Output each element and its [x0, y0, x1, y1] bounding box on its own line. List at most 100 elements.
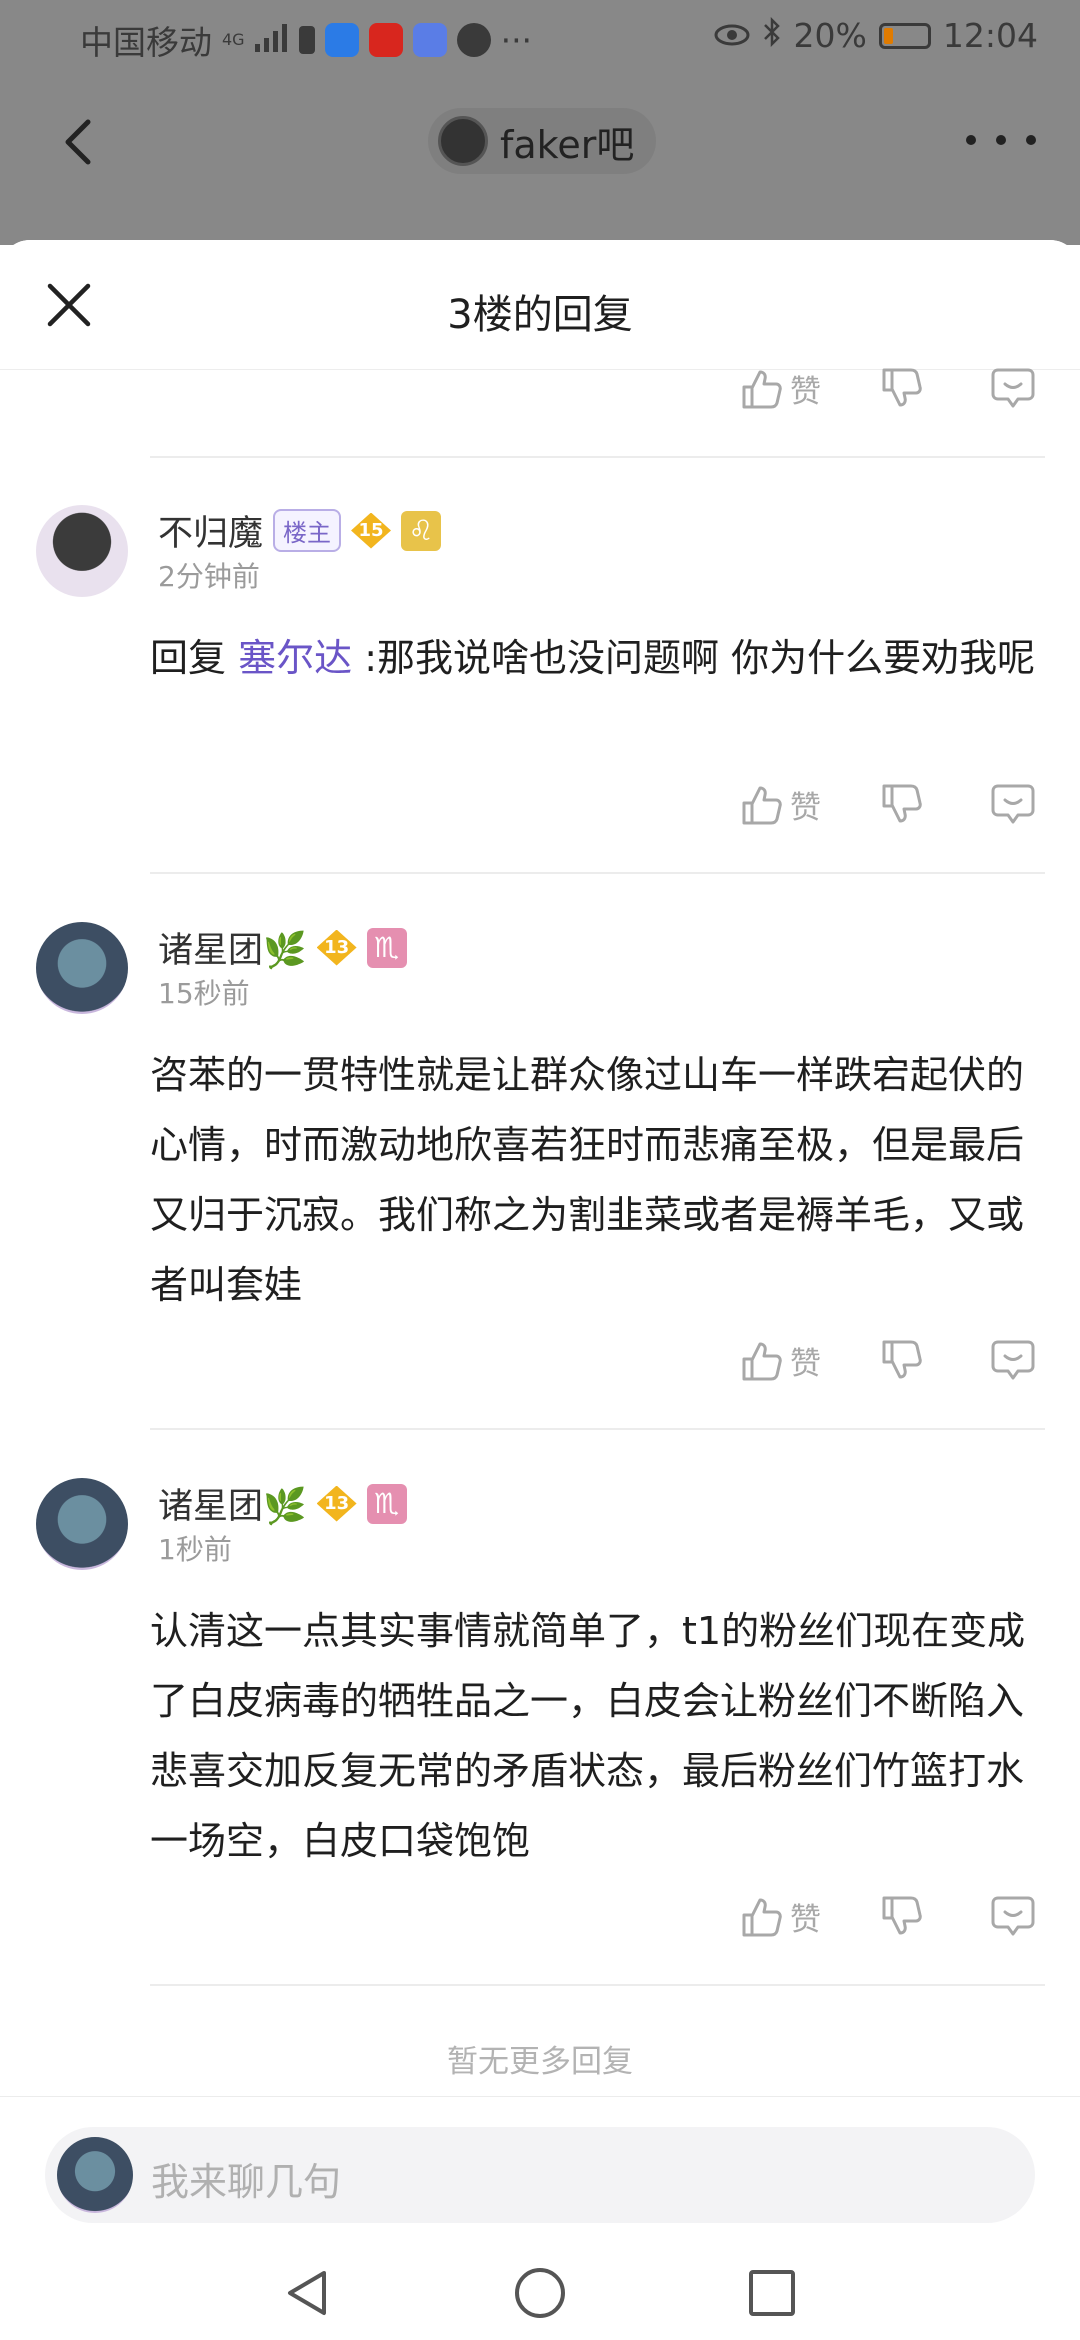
more-dot-icon: [1026, 135, 1036, 145]
level-number: 13: [324, 1493, 350, 1514]
forum-avatar: [438, 116, 488, 166]
thumbs-down-icon: [882, 784, 922, 823]
reply-user: 不归魔 楼主 15 ♌︎: [158, 505, 442, 556]
level-number: 13: [324, 937, 350, 958]
reply-time: 2分钟前: [158, 560, 260, 593]
like-button[interactable]: 赞: [740, 782, 821, 827]
comment-button[interactable]: [990, 782, 1036, 830]
dislike-button[interactable]: [880, 366, 924, 414]
username[interactable]: 诸星团🌿: [158, 1478, 307, 1529]
reply-content: 咨苯的一贯特性就是让群众像过山车一样跌宕起伏的心情，时而激动地欣喜若狂时而悲痛至…: [150, 1053, 1025, 1307]
like-label: 赞: [790, 374, 821, 410]
carrier-label: 中国移动: [80, 23, 212, 62]
like-label: 赞: [790, 1346, 821, 1382]
reply-actions: 赞: [740, 1894, 1050, 1946]
status-bar: 中国移动 4G ··· 20% 12:04: [0, 0, 1080, 72]
comment-button[interactable]: [990, 1894, 1036, 1942]
eye-comfort-icon: [714, 16, 750, 55]
comment-icon: [991, 1340, 1035, 1380]
dislike-button[interactable]: [880, 1338, 924, 1386]
divider: [150, 1428, 1045, 1430]
system-nav-bar: [0, 2247, 1080, 2337]
thumbs-down-icon: [882, 1896, 922, 1935]
reply-content: 认清这一点其实事情就简单了，t1的粉丝们现在变成了白皮病毒的牺牲品之一，白皮会让…: [150, 1609, 1026, 1863]
level-badge-icon: 13: [316, 1485, 357, 1522]
reply-time: 15秒前: [158, 977, 250, 1010]
thumbs-up-icon: [742, 786, 782, 824]
reply-user: 诸星团🌿 13 ♏︎: [158, 922, 407, 973]
bluetooth-icon: [762, 16, 782, 55]
dislike-button[interactable]: [880, 1894, 924, 1942]
sheet-header: 3楼的回复: [0, 240, 1080, 370]
avatar[interactable]: [36, 505, 128, 597]
thumbs-down-icon: [882, 1340, 922, 1379]
comment-button[interactable]: [990, 366, 1036, 414]
system-home-button[interactable]: [512, 2265, 568, 2321]
reply-actions: 赞: [740, 782, 1050, 834]
leo-zodiac-icon: ♌︎: [401, 510, 442, 551]
reply-text: :那我说啥也没问题啊 你为什么要劝我呢: [352, 636, 1036, 680]
thumbs-up-icon: [742, 1898, 782, 1936]
more-dot-icon: [966, 135, 976, 145]
comment-button[interactable]: [990, 1338, 1036, 1386]
divider: [150, 456, 1045, 458]
like-button[interactable]: 赞: [740, 1894, 821, 1939]
circle-home-icon: [515, 2268, 565, 2318]
username[interactable]: 不归魔: [158, 505, 263, 556]
reply-user: 诸星团🌿 13 ♏︎: [158, 1478, 407, 1529]
like-label: 赞: [790, 1902, 821, 1938]
reply-input-placeholder: 我来聊几句: [151, 2160, 342, 2204]
thumbs-up-icon: [742, 1342, 782, 1380]
chevron-left-icon: [65, 119, 91, 165]
level-number: 15: [358, 520, 384, 541]
reply-content: 回复 塞尔达 :那我说啥也没问题啊 你为什么要劝我呢: [150, 623, 1045, 693]
scorpio-zodiac-icon: ♏︎: [366, 927, 407, 968]
reply-input[interactable]: 我来聊几句: [45, 2127, 1035, 2223]
more-notifications-icon: ···: [500, 20, 533, 60]
forum-title-pill[interactable]: faker吧: [428, 108, 657, 174]
username[interactable]: 诸星团🌿: [158, 922, 307, 973]
triangle-back-icon: [288, 2271, 326, 2315]
sheet-title: 3楼的回复: [447, 292, 633, 338]
like-button[interactable]: 赞: [740, 1338, 821, 1383]
no-more-replies: 暂无更多回复: [447, 2044, 633, 2080]
level-badge-icon: 15: [351, 512, 392, 549]
notification-app-icon: [298, 26, 315, 54]
mention-link[interactable]: 塞尔达: [238, 636, 352, 680]
thumbs-up-icon: [742, 370, 782, 408]
forum-nav-bar: faker吧: [0, 100, 1080, 180]
reply-actions: 赞: [740, 366, 1050, 418]
dislike-button[interactable]: [880, 782, 924, 830]
comment-icon: [991, 784, 1035, 824]
system-back-button[interactable]: [280, 2265, 336, 2321]
like-button[interactable]: 赞: [740, 366, 821, 411]
avatar[interactable]: [36, 922, 128, 1014]
clock: 12:04: [942, 16, 1038, 55]
more-dot-icon: [996, 135, 1006, 145]
scorpio-zodiac-icon: ♏︎: [366, 1483, 407, 1524]
like-label: 赞: [790, 790, 821, 826]
thumbs-down-icon: [882, 368, 922, 407]
forum-name: faker吧: [500, 122, 635, 167]
back-button[interactable]: [50, 112, 110, 172]
reply-actions: 赞: [740, 1338, 1050, 1390]
battery-percent: 20%: [793, 16, 867, 55]
my-avatar: [57, 2137, 133, 2213]
music-app-icon: [412, 23, 447, 57]
signal-icon: [254, 21, 289, 60]
reply-prefix: 回复: [150, 636, 227, 680]
avatar[interactable]: [36, 1478, 128, 1570]
network-label: 4G: [222, 30, 245, 49]
level-badge-icon: 13: [316, 929, 357, 966]
comment-icon: [991, 1896, 1035, 1936]
browser-app-icon: [324, 23, 359, 57]
more-menu-button[interactable]: [966, 120, 1036, 160]
battery-icon: [878, 22, 931, 49]
system-recents-button[interactable]: [744, 2265, 800, 2321]
reply-input-bar: 我来聊几句: [0, 2096, 1080, 2340]
divider: [150, 1984, 1045, 1986]
replies-sheet: 3楼的回复 赞 不归魔 楼主 15 ♌︎ 2分钟前 回复 塞尔达 :那我说啥也没…: [0, 240, 1080, 2340]
shopping-app-icon: [368, 23, 403, 57]
comment-icon: [991, 368, 1035, 408]
reply-time: 1秒前: [158, 1533, 232, 1566]
